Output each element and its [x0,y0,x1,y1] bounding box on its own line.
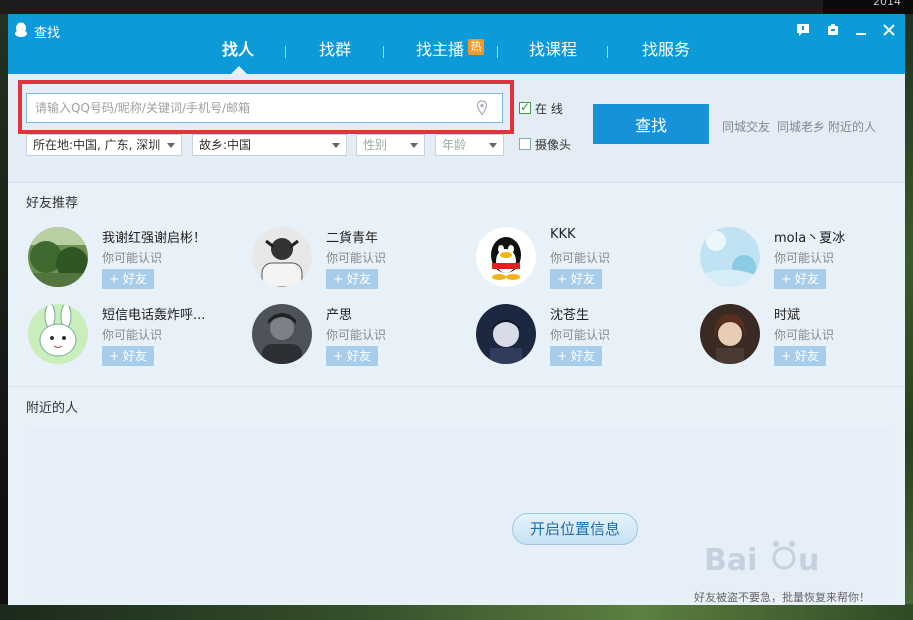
location-value: 所在地:中国, 广东, 深圳 [33,138,161,152]
hometown-dropdown[interactable]: 故乡:中国 [192,134,347,156]
chevron-down-icon [332,143,340,148]
cartoon-rabbit-avatar[interactable] [28,304,88,364]
friend-hint: 你可能认识 [326,328,387,342]
age-value: 年龄 [442,138,467,152]
bw-person-avatar[interactable] [252,227,312,287]
chevron-down-icon [167,143,175,148]
tab-bar: 找人 找群 找主播 热 找课程 找服务 [8,38,905,68]
friend-name[interactable]: KKK [550,227,576,242]
friend-card: 我谢红强谢启彬！ 你可能认识 + 好友 [28,227,238,293]
friend-hint: 你可能认识 [550,251,611,265]
quick-link-fellow-townsmen[interactable]: 同城老乡 [777,118,825,135]
location-dropdown[interactable]: 所在地:中国, 广东, 深圳 [26,134,182,156]
add-friend-button[interactable]: + 好友 [102,346,154,366]
minimize-icon[interactable] [851,20,871,40]
desktop-background-bottom [0,604,913,620]
sky-avatar[interactable] [700,227,760,287]
friend-name[interactable]: 时斌 [774,304,800,323]
chevron-down-icon [410,143,418,148]
tab-find-course[interactable]: 找课程 [529,38,577,62]
enable-location-button[interactable]: 开启位置信息 [512,513,638,545]
tab-separator [285,46,286,58]
footer-tip[interactable]: 好友被盗不要急，批量恢复来帮你！ [694,589,870,605]
add-friend-button[interactable]: + 好友 [774,346,826,366]
hometown-value: 故乡:中国 [199,138,252,152]
dark-portrait-avatar[interactable] [252,304,312,364]
camera-checkbox[interactable] [519,138,531,150]
online-checkbox[interactable] [519,100,531,114]
add-friend-button[interactable]: + 好友 [326,269,378,289]
skin-icon[interactable] [823,20,843,40]
qq-logo-icon [14,22,28,38]
active-tab-indicator [231,66,247,74]
tab-separator [607,46,608,58]
baidu-watermark: Bai u [704,541,819,578]
add-friend-button[interactable]: + 好友 [550,346,602,366]
hot-badge: 热 [468,39,484,55]
feedback-icon[interactable] [793,20,813,40]
title-bar[interactable]: 查找 找人 找群 找主播 热 找课程 找服务 [8,14,905,74]
quick-link-local-friends[interactable]: 同城交友 [722,118,770,135]
anime-girl-avatar[interactable] [700,304,760,364]
nearby-section-title: 附近的人 [26,401,79,416]
friend-card: KKK 你可能认识 + 好友 [476,227,686,293]
search-button[interactable]: 查找 [593,104,709,144]
desktop-background: 2014 [823,0,913,14]
friend-name[interactable]: 短信电话轰炸呼... [102,304,205,323]
nature-avatar[interactable] [28,227,88,287]
svg-text:Bai: Bai [704,543,757,578]
online-label: 在 线 [535,102,563,116]
quick-link-nearby-people[interactable]: 附近的人 [828,118,876,135]
close-icon[interactable] [879,20,899,40]
friend-card: 时斌 你可能认识 + 好友 [700,304,910,370]
tab-separator [497,46,498,58]
tab-find-people[interactable]: 找人 [222,38,254,62]
gender-value: 性别 [363,138,388,152]
friend-hint: 你可能认识 [774,251,835,265]
gender-dropdown[interactable]: 性别 [356,134,425,156]
tab-find-streamer[interactable]: 找主播 [416,38,464,62]
friend-name[interactable]: 沈苍生 [550,304,589,323]
add-friend-button[interactable]: + 好友 [774,269,826,289]
add-friend-button[interactable]: + 好友 [102,269,154,289]
desktop-corner-text: 2014 [873,0,901,8]
tab-find-service[interactable]: 找服务 [642,38,690,62]
friend-card: 产思 你可能认识 + 好友 [252,304,462,370]
friend-hint: 你可能认识 [102,328,163,342]
friend-name[interactable]: 我谢红强谢启彬！ [102,227,206,246]
friend-hint: 你可能认识 [774,328,835,342]
friend-name[interactable]: mola丶夏冰 [774,227,845,246]
section-divider [8,386,905,387]
age-dropdown[interactable]: 年龄 [435,134,504,156]
friend-name[interactable]: 产思 [326,304,352,323]
tab-separator [383,46,384,58]
friend-card: mola丶夏冰 你可能认识 + 好友 [700,227,910,293]
friend-hint: 你可能认识 [102,251,163,265]
search-panel: 在 线 摄像头 查找 同城交友 同城老乡 附近的人 所在地:中国, 广东, 深圳… [8,74,905,183]
camera-label: 摄像头 [535,138,572,152]
desktop-background-left [0,14,8,620]
friend-name[interactable]: 二貨青年 [326,227,378,246]
chevron-down-icon [489,143,497,148]
friend-hint: 你可能认识 [326,251,387,265]
friend-hint: 你可能认识 [550,328,611,342]
location-pin-icon[interactable] [476,100,488,116]
qq-penguin-avatar[interactable] [476,227,536,287]
add-friend-button[interactable]: + 好友 [550,269,602,289]
friend-card: 短信电话轰炸呼... 你可能认识 + 好友 [28,304,238,370]
add-friend-button[interactable]: + 好友 [326,346,378,366]
friend-card: 沈苍生 你可能认识 + 好友 [476,304,686,370]
friend-card: 二貨青年 你可能认识 + 好友 [252,227,462,293]
recommend-section-title: 好友推荐 [26,196,79,211]
svg-text:u: u [798,543,819,578]
find-window: 查找 找人 找群 找主播 热 找课程 找服务 请输入QQ号码/昵称/关键词/手机… [8,14,905,605]
tab-find-group[interactable]: 找群 [319,38,351,62]
anime-boy-avatar[interactable] [476,304,536,364]
search-input[interactable] [26,93,503,123]
